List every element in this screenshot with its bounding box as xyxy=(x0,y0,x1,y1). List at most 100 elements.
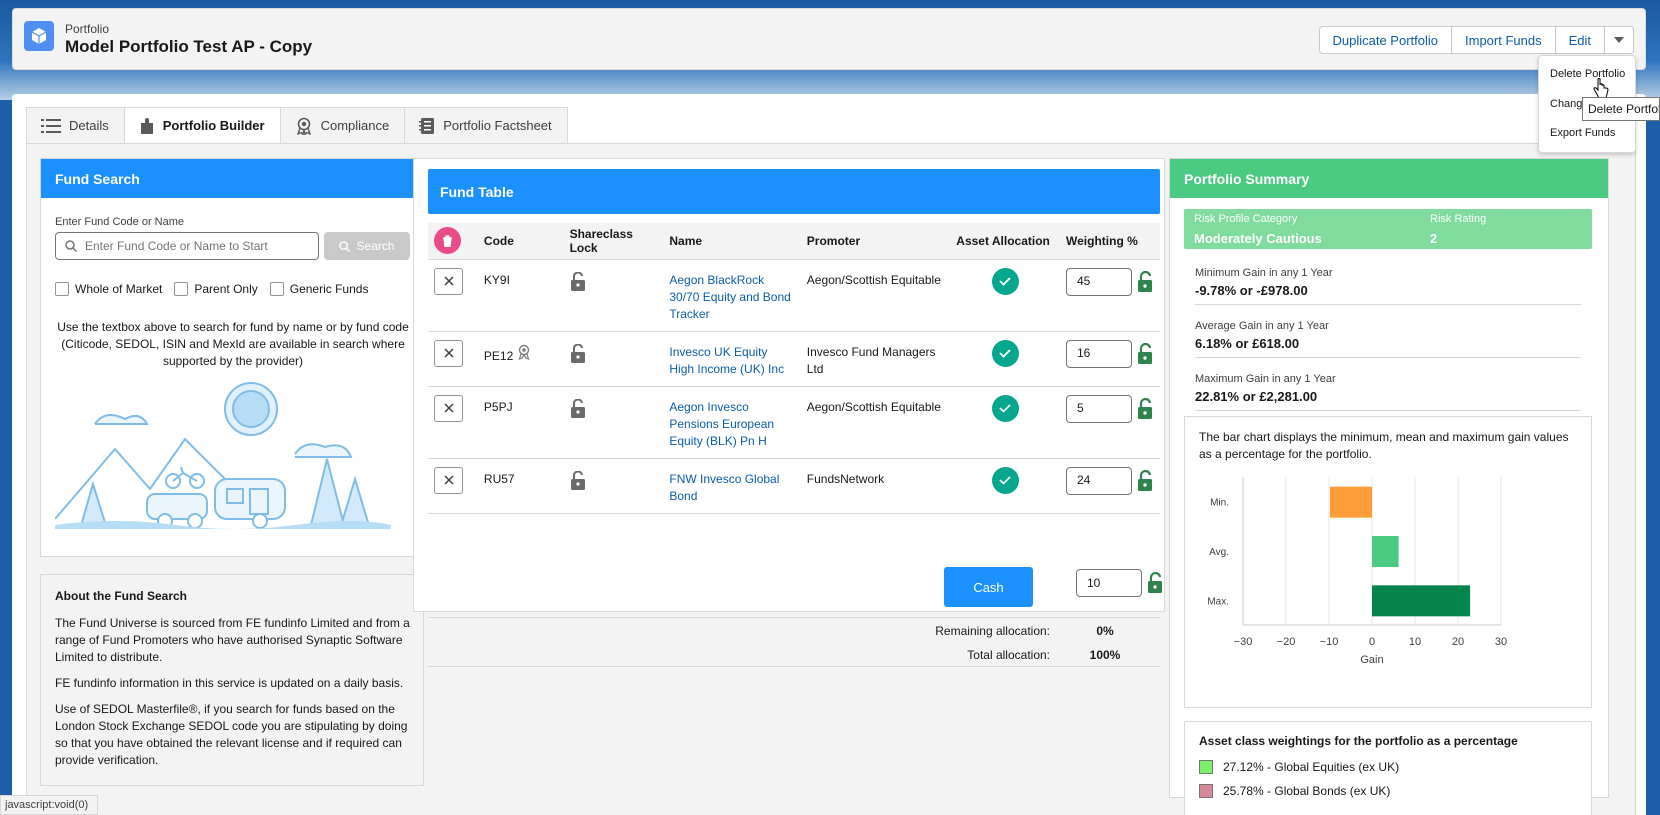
stat-label: Average Gain in any 1 Year xyxy=(1195,320,1329,332)
unlock-green-icon[interactable] xyxy=(1146,572,1164,594)
y-category-label: Min. xyxy=(1210,498,1229,509)
shareclass-lock-cell xyxy=(563,386,664,459)
asset-class-card: Asset class weightings for the portfolio… xyxy=(1184,721,1592,815)
bar-avg xyxy=(1372,536,1399,567)
table-row: PE12 Invesco UK Equity High Income (UK) … xyxy=(428,331,1160,387)
fund-promoter: Aegon/Scottish Equitable xyxy=(800,386,951,459)
unlock-green-icon[interactable] xyxy=(1136,397,1154,420)
fund-name-link[interactable]: Aegon Invesco Pensions European Equity (… xyxy=(663,386,801,459)
weighting-cell: 5 xyxy=(1060,386,1160,459)
delete-all-header xyxy=(428,223,478,260)
remaining-allocation-row: Remaining allocation: 0% xyxy=(820,624,1160,638)
menu-item-change[interactable]: Chang xyxy=(1550,98,1582,110)
remove-fund-button[interactable] xyxy=(434,394,463,422)
duplicate-portfolio-button[interactable]: Duplicate Portfolio xyxy=(1319,27,1452,53)
fund-code: KY9I xyxy=(477,259,564,332)
check-icon xyxy=(991,267,1019,295)
tab-details[interactable]: Details xyxy=(26,107,125,143)
portfolio-summary-panel: Portfolio Summary Risk Profile Category … xyxy=(1169,158,1609,815)
parent-only-checkbox[interactable]: Parent Only xyxy=(174,282,258,296)
about-paragraph: The Fund Universe is sourced from FE fun… xyxy=(55,616,410,664)
total-allocation-label: Total allocation: xyxy=(967,648,1050,662)
fund-promoter: Aegon/Scottish Equitable xyxy=(800,259,951,332)
delete-all-button[interactable] xyxy=(434,227,461,255)
weighting-input[interactable]: 16 xyxy=(1066,339,1132,368)
cash-button[interactable]: Cash xyxy=(944,567,1033,607)
stat-label: Maximum Gain in any 1 Year xyxy=(1195,373,1336,385)
x-tick-label: −20 xyxy=(1277,636,1296,648)
fund-code-cell: PE12 xyxy=(477,331,564,387)
more-actions-button[interactable] xyxy=(1605,27,1633,53)
weighting-input[interactable]: 5 xyxy=(1066,394,1132,423)
fund-code: PE12 xyxy=(483,348,514,363)
gain-chart-card: The bar chart displays the minimum, mean… xyxy=(1184,416,1592,708)
about-fund-search-panel: About the Fund Search The Fund Universe … xyxy=(40,574,424,786)
column-header-promoter: Promoter xyxy=(800,223,951,260)
column-header-shareclass-lock: Shareclass Lock xyxy=(563,223,664,260)
fund-name-link[interactable]: FNW Invesco Global Bond xyxy=(663,458,801,514)
risk-profile-banner: Risk Profile Category Moderately Cautiou… xyxy=(1184,209,1592,249)
close-icon xyxy=(443,403,454,413)
remove-fund-button[interactable] xyxy=(434,339,463,367)
weighting-cell: 16 xyxy=(1060,331,1160,387)
weighting-cell: 24 xyxy=(1060,458,1160,514)
about-title: About the Fund Search xyxy=(55,589,187,603)
cash-weighting-input[interactable]: 10 xyxy=(1076,569,1142,597)
search-button[interactable]: Search xyxy=(324,232,410,260)
menu-item-delete-portfolio[interactable]: Delete Portfolio xyxy=(1550,68,1625,80)
fund-name-link[interactable]: Invesco UK Equity High Income (UK) Inc xyxy=(663,331,801,387)
weighting-input[interactable]: 45 xyxy=(1066,267,1132,296)
puzzle-icon xyxy=(140,117,153,134)
tab-compliance[interactable]: Compliance xyxy=(279,107,406,143)
stat-value: 22.81% or £2,281.00 xyxy=(1195,389,1318,404)
table-row: P5PJ Aegon Invesco Pensions European Equ… xyxy=(428,386,1160,459)
list-icon xyxy=(41,118,61,133)
notebook-icon xyxy=(419,117,435,134)
unlock-green-icon[interactable] xyxy=(1136,270,1154,293)
risk-category-value: Moderately Cautious xyxy=(1194,231,1322,246)
header-actions: Duplicate Portfolio Import Funds Edit xyxy=(1318,26,1634,54)
remove-fund-button[interactable] xyxy=(434,466,463,494)
tab-portfolio-factsheet[interactable]: Portfolio Factsheet xyxy=(404,107,568,143)
asset-allocation-cell xyxy=(950,386,1060,459)
trash-icon xyxy=(443,235,452,247)
x-tick-label: 0 xyxy=(1369,636,1375,648)
chart-description: The bar chart displays the minimum, mean… xyxy=(1199,430,1569,461)
fund-name-link[interactable]: Aegon BlackRock 30/70 Equity and Bond Tr… xyxy=(663,259,801,332)
unlock-icon[interactable] xyxy=(570,398,586,418)
remove-fund-button[interactable] xyxy=(434,267,463,295)
whole-of-market-checkbox[interactable]: Whole of Market xyxy=(55,282,162,296)
unlock-icon[interactable] xyxy=(570,271,586,291)
chevron-down-icon xyxy=(1614,37,1624,43)
edit-button[interactable]: Edit xyxy=(1555,27,1605,53)
fund-promoter: FundsNetwork xyxy=(800,458,951,514)
asset-allocation-cell xyxy=(950,331,1060,387)
menu-item-export-funds[interactable]: Export Funds xyxy=(1550,127,1615,139)
gain-bar-chart: −30 −20 −10 0 10 20 30 Min. Avg. Max. Gain xyxy=(1207,477,1507,666)
stat-label: Minimum Gain in any 1 Year xyxy=(1195,267,1333,279)
checkbox-box xyxy=(269,282,284,296)
row-remove-cell xyxy=(428,331,478,387)
remaining-allocation-value: 0% xyxy=(1096,624,1114,638)
shareclass-lock-cell xyxy=(563,458,664,514)
check-icon xyxy=(991,339,1019,367)
row-remove-cell xyxy=(428,458,478,514)
unlock-green-icon[interactable] xyxy=(1136,342,1154,365)
column-header-name: Name xyxy=(663,223,801,260)
unlock-icon[interactable] xyxy=(570,343,586,363)
unlock-green-icon[interactable] xyxy=(1136,469,1154,492)
risk-category-label: Risk Profile Category xyxy=(1194,213,1298,225)
fund-search-input[interactable]: Enter Fund Code or Name to Start xyxy=(55,232,319,260)
max-gain-stat: Maximum Gain in any 1 Year 22.81% or £2,… xyxy=(1195,373,1581,411)
x-tick-label: 10 xyxy=(1409,636,1421,648)
generic-funds-checkbox[interactable]: Generic Funds xyxy=(269,282,368,296)
page-header: Portfolio Model Portfolio Test AP - Copy… xyxy=(12,8,1646,70)
bar-min xyxy=(1329,486,1372,518)
import-funds-button[interactable]: Import Funds xyxy=(1452,27,1556,53)
unlock-icon[interactable] xyxy=(570,470,586,490)
fund-search-label: Enter Fund Code or Name xyxy=(55,216,185,228)
tab-label: Compliance xyxy=(320,118,390,133)
tab-portfolio-builder[interactable]: Portfolio Builder xyxy=(123,107,281,143)
remaining-allocation-label: Remaining allocation: xyxy=(935,624,1050,638)
weighting-input[interactable]: 24 xyxy=(1066,466,1132,495)
